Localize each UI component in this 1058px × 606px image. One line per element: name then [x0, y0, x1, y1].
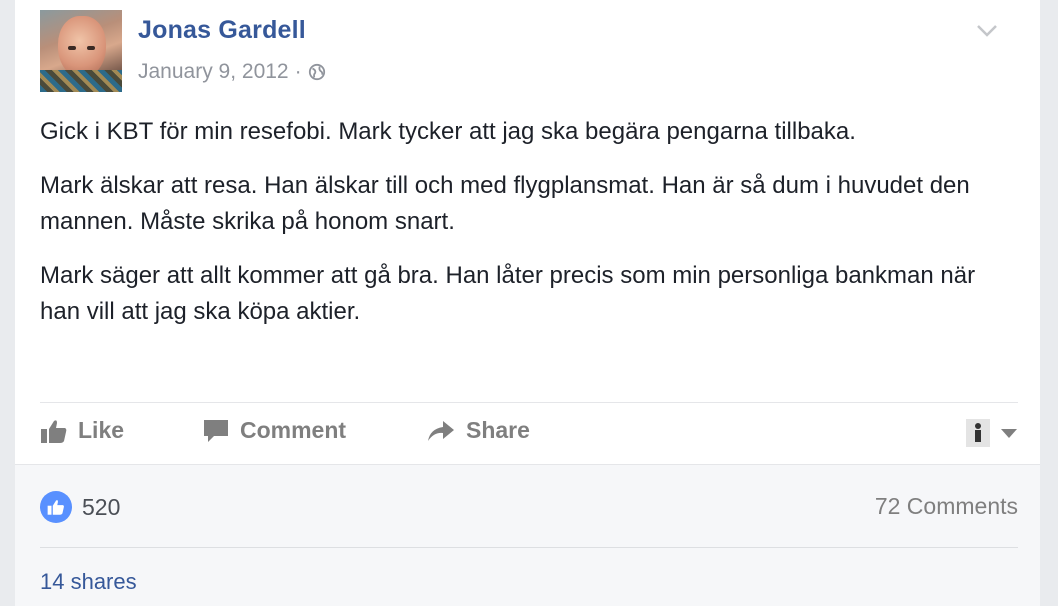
divider	[40, 547, 1018, 548]
post-date[interactable]: January 9, 2012	[138, 60, 289, 84]
like-badge-icon	[40, 491, 72, 523]
thumbs-up-icon	[41, 419, 67, 443]
post-summary: 520 72 Comments 14 shares	[15, 464, 1040, 606]
avatar-eye	[68, 46, 76, 50]
avatar-face	[58, 16, 106, 78]
post-paragraph: Gick i KBT för min resefobi. Mark tycker…	[40, 118, 856, 145]
thumbs-up-icon	[47, 500, 64, 515]
globe-icon[interactable]	[308, 63, 326, 81]
person-icon	[975, 423, 981, 442]
like-count: 520	[82, 493, 121, 520]
like-button[interactable]: Like	[40, 417, 124, 444]
chevron-down-icon[interactable]	[976, 24, 998, 38]
post-header: Jonas Gardell January 9, 2012 ·	[40, 10, 1020, 94]
likes-summary[interactable]: 520	[40, 491, 120, 523]
comment-label: Comment	[240, 417, 347, 443]
meta-separator: ·	[294, 60, 302, 83]
share-arrow-icon	[428, 420, 454, 441]
post-card: Jonas Gardell January 9, 2012 · Gick i K…	[15, 0, 1040, 606]
author-avatar[interactable]	[40, 10, 122, 92]
speech-bubble-icon	[204, 419, 228, 442]
like-label: Like	[78, 417, 125, 443]
reaction-selector[interactable]	[966, 419, 1018, 447]
share-label: Share	[466, 417, 530, 443]
share-button[interactable]: Share	[426, 417, 530, 444]
shares-count[interactable]: 14 shares	[40, 569, 137, 595]
comment-button[interactable]: Comment	[202, 417, 346, 444]
post-paragraph: Mark säger att allt kommer att gå bra. H…	[40, 262, 976, 325]
action-bar: Like Comment Share	[40, 402, 1018, 465]
post-paragraph: Mark älskar att resa. Han älskar till oc…	[40, 172, 970, 235]
comments-count[interactable]: 72 Comments	[875, 493, 1018, 520]
post-body: Gick i KBT för min resefobi. Mark tycker…	[40, 114, 1015, 348]
author-name[interactable]: Jonas Gardell	[138, 16, 306, 45]
caret-down-icon	[1001, 429, 1017, 438]
post-meta: January 9, 2012 ·	[138, 60, 326, 84]
avatar-eye	[87, 46, 95, 50]
avatar-shirt	[40, 70, 122, 92]
user-thumbnail	[966, 419, 990, 447]
